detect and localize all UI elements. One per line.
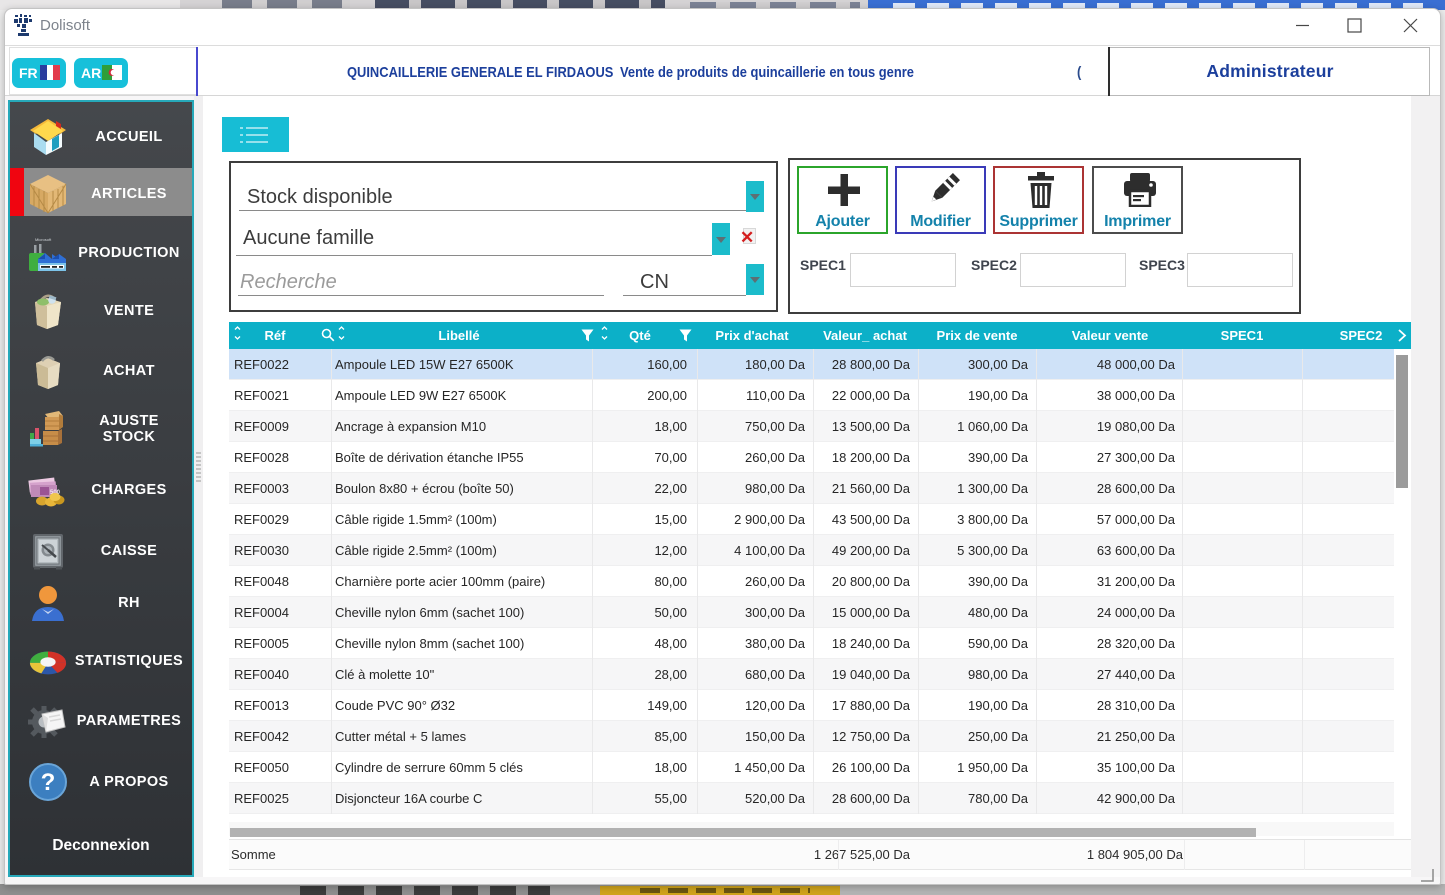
svg-text:Microsoft: Microsoft xyxy=(35,237,52,242)
svg-text:?: ? xyxy=(41,769,56,796)
